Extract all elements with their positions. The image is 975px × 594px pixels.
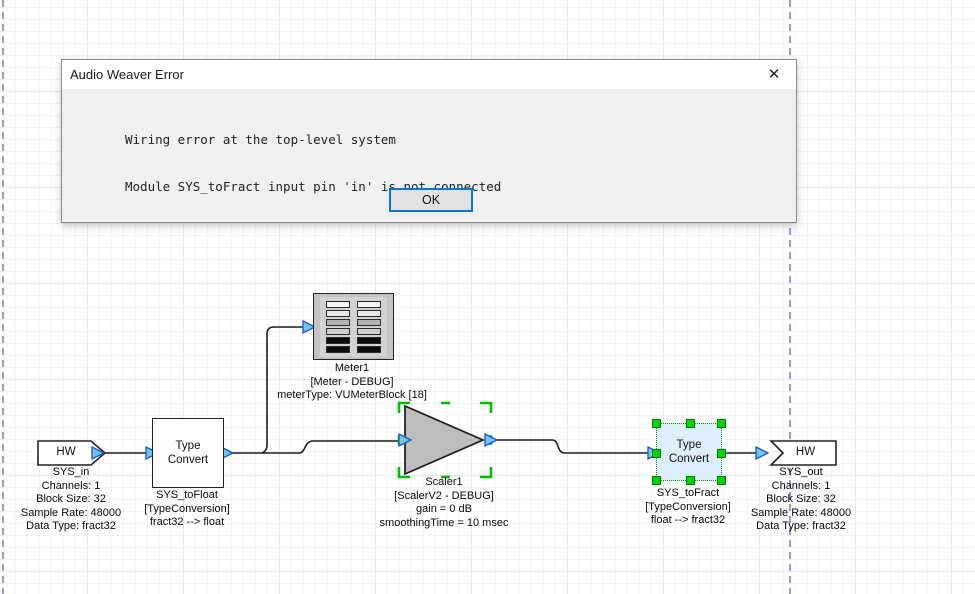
caption-line: meterType: VUMeterBlock [18]	[277, 389, 427, 403]
caption-line: gain = 0 dB	[380, 503, 509, 517]
caption-line: SYS_toFract	[645, 487, 731, 501]
caption-line: SYS_toFloat	[144, 489, 230, 503]
sys-out-input-pin[interactable]	[756, 447, 768, 459]
close-icon[interactable]: ✕	[762, 64, 786, 85]
sys-tofract-block[interactable]: Type Convert	[656, 423, 722, 481]
caption-line: Data Type: fract32	[751, 520, 851, 534]
caption-line: Block Size: 32	[751, 493, 851, 507]
resize-handle-bottom-right[interactable]	[717, 476, 726, 485]
resize-handle-top-right[interactable]	[717, 419, 726, 428]
sys-tofloat-caption: SYS_toFloat [TypeConversion] fract32 -->…	[144, 489, 230, 530]
resize-handle-top-left[interactable]	[652, 419, 661, 428]
resize-handle-left[interactable]	[652, 449, 661, 458]
sys-out-hw-label: HW	[783, 446, 828, 458]
caption-line: SYS_out	[751, 466, 851, 480]
dialog-message-line: Wiring error at the top-level system	[125, 132, 501, 148]
dialog-titlebar[interactable]: Audio Weaver Error ✕	[62, 60, 796, 89]
caption-line: Scaler1	[380, 476, 509, 490]
sys-tofract-block-label: Type Convert	[663, 438, 715, 466]
sys-out-caption: SYS_out Channels: 1 Block Size: 32 Sampl…	[751, 466, 851, 534]
sys-tofract-caption: SYS_toFract [TypeConversion] float --> f…	[645, 487, 731, 528]
sys-in-caption: SYS_in Channels: 1 Block Size: 32 Sample…	[21, 466, 121, 534]
selection-bracket-top-right	[480, 403, 491, 413]
caption-line: Block Size: 32	[21, 493, 121, 507]
caption-line: [TypeConversion]	[645, 501, 731, 515]
meter1-caption: Meter1 [Meter - DEBUG] meterType: VUMete…	[277, 362, 427, 403]
sys-in-hw-label: HW	[40, 446, 92, 458]
caption-line: [Meter - DEBUG]	[277, 376, 427, 390]
caption-line: Sample Rate: 48000	[21, 507, 121, 521]
design-canvas[interactable]: HW HW Type Convert Type Convert SYS_in C…	[0, 0, 975, 594]
sys-tofloat-block-label: Type Convert	[162, 439, 214, 467]
resize-handle-top[interactable]	[686, 419, 695, 428]
dialog-title: Audio Weaver Error	[70, 67, 184, 82]
meter1-block[interactable]	[313, 293, 394, 360]
resize-handle-right[interactable]	[717, 449, 726, 458]
caption-line: smoothingTime = 10 msec	[380, 517, 509, 531]
caption-line: Data Type: fract32	[21, 520, 121, 534]
scaler1-caption: Scaler1 [ScalerV2 - DEBUG] gain = 0 dB s…	[380, 476, 509, 530]
caption-line: SYS_in	[21, 466, 121, 480]
caption-line: [TypeConversion]	[144, 503, 230, 517]
caption-line: Sample Rate: 48000	[751, 507, 851, 521]
caption-line: Meter1	[277, 362, 427, 376]
caption-line: [ScalerV2 - DEBUG]	[380, 490, 509, 504]
wire-scaler-to-tofract[interactable]	[497, 440, 649, 453]
ok-button[interactable]: OK	[389, 188, 473, 212]
sys-tofloat-block[interactable]: Type Convert	[152, 418, 224, 488]
resize-handle-bottom-left[interactable]	[652, 476, 661, 485]
wire-tofloat-to-scaler[interactable]	[231, 441, 398, 453]
error-dialog: Audio Weaver Error ✕ Wiring error at the…	[61, 59, 797, 223]
scaler-block-shape[interactable]	[405, 406, 483, 474]
caption-line: Channels: 1	[751, 480, 851, 494]
vu-meter-icon	[320, 297, 387, 357]
caption-line: fract32 --> float	[144, 516, 230, 530]
caption-line: Channels: 1	[21, 480, 121, 494]
caption-line: float --> fract32	[645, 514, 731, 528]
resize-handle-bottom[interactable]	[686, 476, 695, 485]
